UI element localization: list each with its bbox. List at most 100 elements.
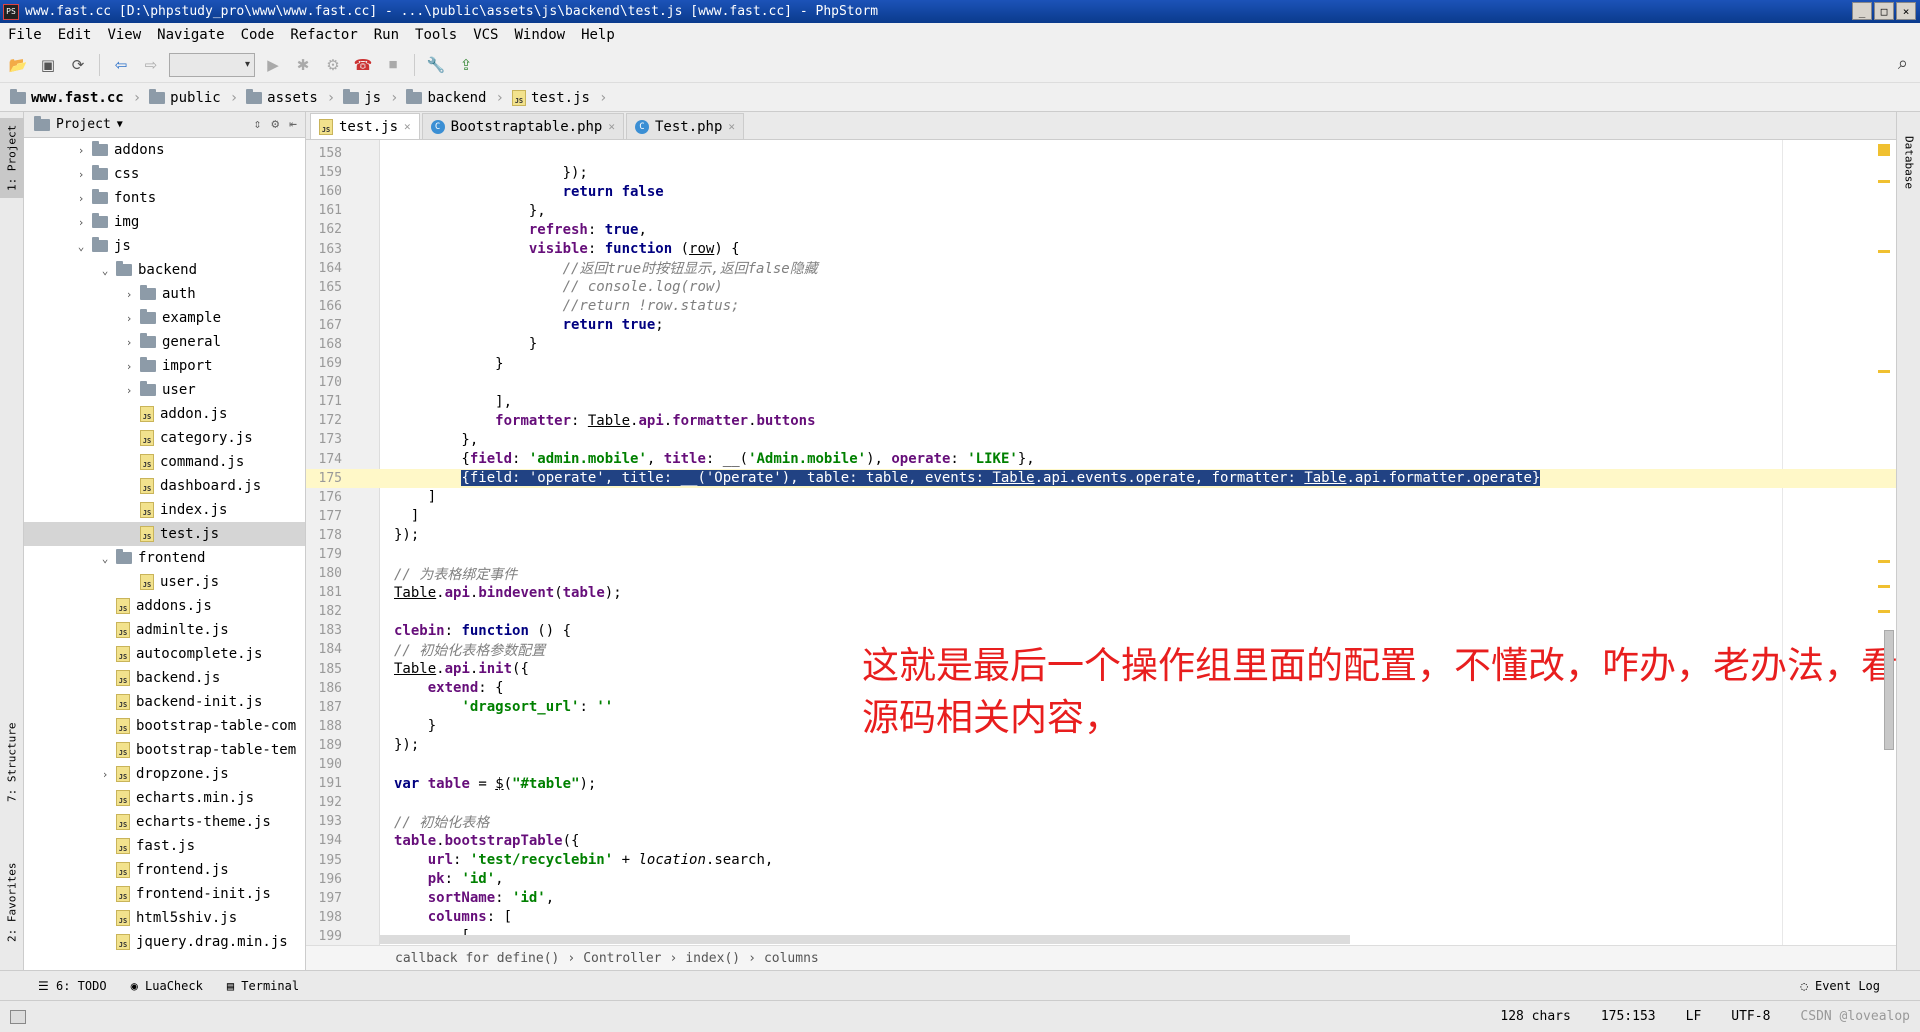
- code-text[interactable]: });: [394, 527, 419, 543]
- minimize-button[interactable]: _: [1852, 2, 1872, 20]
- code-text[interactable]: // console.log(row): [394, 279, 723, 295]
- code-line[interactable]: 197 sortName: 'id',: [306, 889, 1896, 908]
- menu-window[interactable]: Window: [507, 27, 574, 43]
- tree-item[interactable]: ⌄ backend: [24, 258, 305, 282]
- toggle-tool-windows-icon[interactable]: [10, 1009, 26, 1024]
- code-text[interactable]: var table = $("#table");: [394, 776, 596, 792]
- code-text[interactable]: });: [394, 165, 588, 181]
- tree-item[interactable]: JS jquery.drag.min.js: [24, 930, 305, 954]
- settings-icon[interactable]: 🔧: [424, 53, 448, 77]
- close-button[interactable]: ×: [1896, 2, 1916, 20]
- database-tool-tab[interactable]: Database: [1897, 122, 1920, 202]
- code-line[interactable]: 183 clebin: function () {: [306, 621, 1896, 640]
- code-line[interactable]: 172 formatter: Table.api.formatter.butto…: [306, 411, 1896, 430]
- tree-item[interactable]: › user: [24, 378, 305, 402]
- gear-icon[interactable]: ⚙: [271, 117, 279, 132]
- project-panel-title[interactable]: Project: [56, 117, 111, 132]
- code-text[interactable]: }: [394, 356, 503, 372]
- code-line[interactable]: 160 return false: [306, 182, 1896, 201]
- close-tab-icon[interactable]: ✕: [404, 120, 411, 133]
- code-line[interactable]: 158: [306, 144, 1896, 163]
- debug-icon[interactable]: ✱: [291, 53, 315, 77]
- coverage-icon[interactable]: ⚙: [321, 53, 345, 77]
- line-separator[interactable]: LF: [1686, 1009, 1702, 1024]
- forward-arrow-icon[interactable]: ⇨: [139, 53, 163, 77]
- stop-icon[interactable]: ■: [381, 53, 405, 77]
- code-text[interactable]: // 为表格绑定事件: [394, 564, 517, 584]
- code-text[interactable]: //返回true时按钮显示,返回false隐藏: [394, 258, 818, 278]
- chevron-right-icon[interactable]: ›: [98, 768, 112, 781]
- chevron-down-icon[interactable]: ⌄: [98, 552, 112, 565]
- crumb-public[interactable]: public ›: [149, 88, 246, 106]
- code-line[interactable]: 171 ],: [306, 392, 1896, 411]
- run-icon[interactable]: ▶: [261, 53, 285, 77]
- code-line[interactable]: 174 {field: 'admin.mobile', title: __('A…: [306, 450, 1896, 469]
- menu-navigate[interactable]: Navigate: [149, 27, 232, 43]
- tree-item[interactable]: › fonts: [24, 186, 305, 210]
- crumb-backend[interactable]: backend ›: [406, 88, 511, 106]
- tree-item[interactable]: JS category.js: [24, 426, 305, 450]
- tree-item[interactable]: JS addon.js: [24, 402, 305, 426]
- tree-item[interactable]: JS index.js: [24, 498, 305, 522]
- code-text[interactable]: // 初始化表格: [394, 812, 489, 832]
- code-line[interactable]: 194 table.bootstrapTable({: [306, 831, 1896, 850]
- tree-item[interactable]: › general: [24, 330, 305, 354]
- code-line[interactable]: 198 columns: [: [306, 908, 1896, 927]
- code-text[interactable]: ]: [394, 508, 419, 524]
- terminal-tool-tab[interactable]: ▤ Terminal: [227, 979, 299, 993]
- event-log-tab[interactable]: ◌ Event Log: [1801, 979, 1880, 993]
- tree-item[interactable]: JS user.js: [24, 570, 305, 594]
- code-line[interactable]: 170: [306, 373, 1896, 392]
- code-text[interactable]: clebin: function () {: [394, 623, 571, 639]
- file-encoding[interactable]: UTF-8: [1731, 1009, 1770, 1024]
- tree-item[interactable]: JS html5shiv.js: [24, 906, 305, 930]
- code-text[interactable]: ]: [394, 489, 436, 505]
- tree-item[interactable]: JS frontend.js: [24, 858, 305, 882]
- tree-item[interactable]: JS test.js: [24, 522, 305, 546]
- chevron-right-icon[interactable]: ›: [74, 192, 88, 205]
- chevron-right-icon[interactable]: ›: [122, 384, 136, 397]
- editor-vertical-scrollbar[interactable]: [1884, 630, 1894, 750]
- close-tab-icon[interactable]: ✕: [728, 120, 735, 133]
- code-text[interactable]: columns: [: [394, 909, 512, 925]
- crumb-test-js[interactable]: JS test.js ›: [511, 89, 615, 106]
- menu-tools[interactable]: Tools: [407, 27, 465, 43]
- todo-tool-tab[interactable]: ☰ 6: TODO: [38, 979, 107, 993]
- code-line[interactable]: 169 }: [306, 354, 1896, 373]
- deploy-icon[interactable]: ⇪: [454, 53, 478, 77]
- chevron-right-icon[interactable]: ›: [74, 168, 88, 181]
- tree-item[interactable]: JS backend-init.js: [24, 690, 305, 714]
- code-line[interactable]: 167 return true;: [306, 316, 1896, 335]
- tree-item[interactable]: › JS dropzone.js: [24, 762, 305, 786]
- tab-bootstraptable-php[interactable]: C Bootstraptable.php ✕: [421, 113, 624, 139]
- code-text[interactable]: //return !row.status;: [394, 298, 740, 314]
- tree-item[interactable]: JS addons.js: [24, 594, 305, 618]
- code-text[interactable]: refresh: true,: [394, 222, 647, 238]
- error-stripe-mark[interactable]: [1878, 560, 1890, 563]
- tree-item[interactable]: › example: [24, 306, 305, 330]
- code-line[interactable]: 193 // 初始化表格: [306, 812, 1896, 831]
- tree-item[interactable]: JS backend.js: [24, 666, 305, 690]
- code-line[interactable]: 177 ]: [306, 507, 1896, 526]
- code-editor[interactable]: 158 159 }); 160 return false 161 }, 162 refr…: [306, 140, 1896, 945]
- code-text[interactable]: formatter: Table.api.formatter.buttons: [394, 413, 815, 429]
- code-text[interactable]: return false: [394, 184, 664, 200]
- editor-horizontal-scrollbar[interactable]: [380, 935, 1350, 944]
- menu-edit[interactable]: Edit: [50, 27, 100, 43]
- code-line[interactable]: 191 var table = $("#table");: [306, 774, 1896, 793]
- tab-test-php[interactable]: C Test.php ✕: [625, 113, 745, 139]
- code-text[interactable]: Table.api.bindevent(table);: [394, 585, 622, 601]
- code-line[interactable]: 178});: [306, 526, 1896, 545]
- code-line[interactable]: 179: [306, 545, 1896, 564]
- structure-crumb-index[interactable]: index(): [685, 951, 740, 966]
- code-text[interactable]: },: [394, 432, 478, 448]
- menu-help[interactable]: Help: [573, 27, 623, 43]
- menu-view[interactable]: View: [99, 27, 149, 43]
- code-text[interactable]: },: [394, 203, 546, 219]
- tree-item[interactable]: JS dashboard.js: [24, 474, 305, 498]
- menu-run[interactable]: Run: [366, 27, 407, 43]
- code-text[interactable]: pk: 'id',: [394, 871, 504, 887]
- code-text[interactable]: }: [394, 336, 537, 352]
- chevron-right-icon[interactable]: ›: [122, 312, 136, 325]
- luacheck-tool-tab[interactable]: ◉ LuaCheck: [131, 979, 203, 993]
